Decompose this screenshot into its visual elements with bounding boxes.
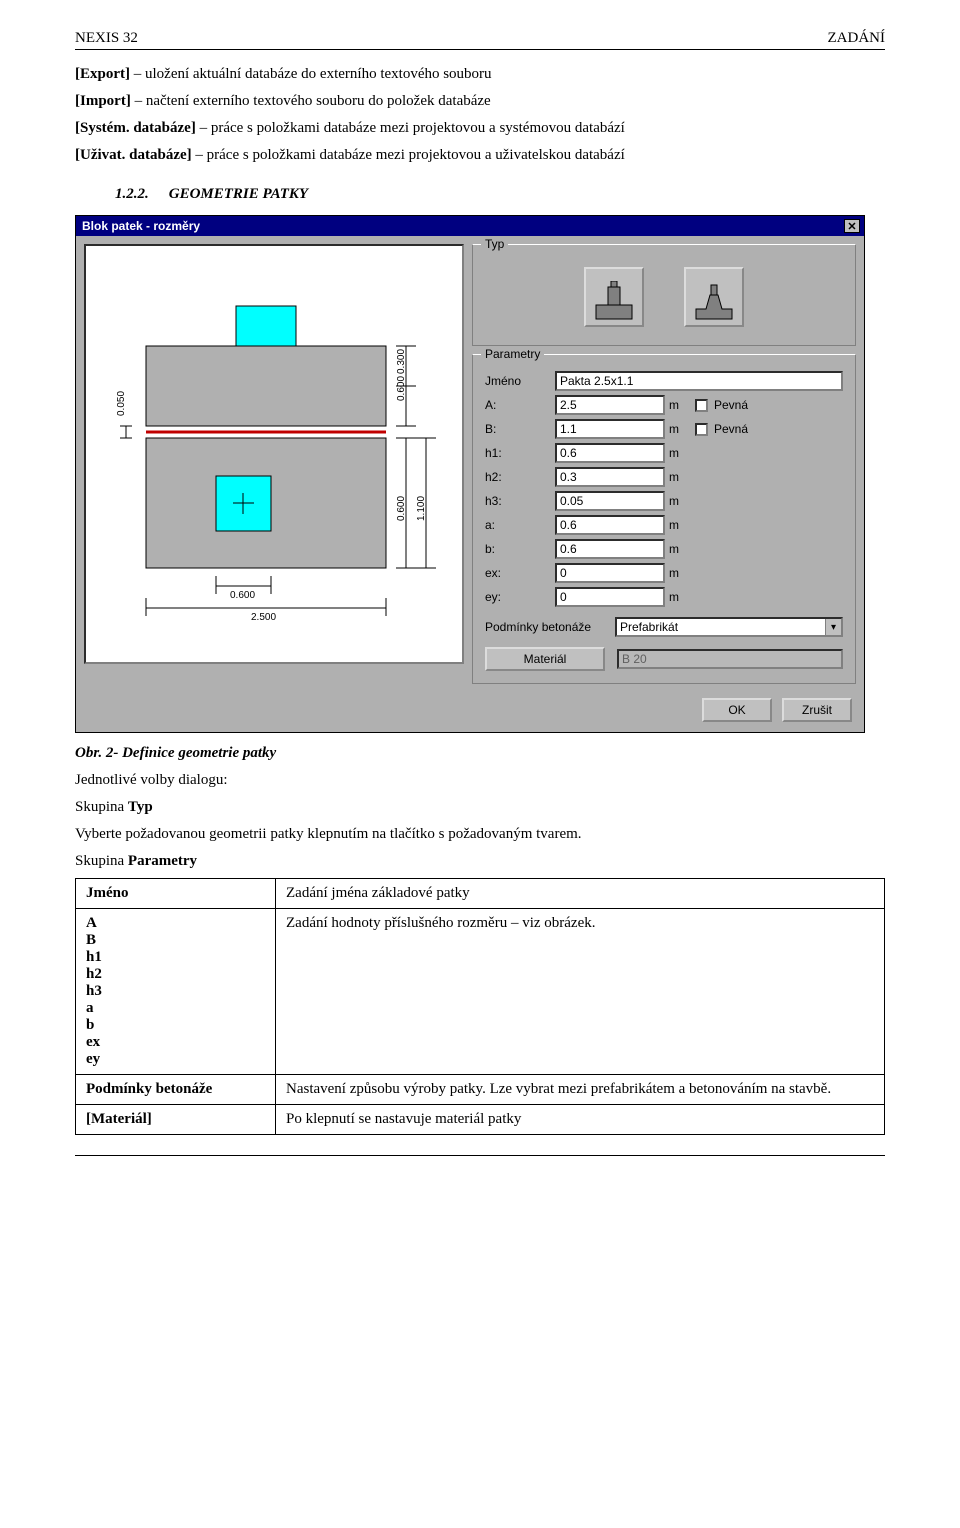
input-ex[interactable]: 0 [555, 563, 665, 583]
svg-text:1.100: 1.100 [416, 496, 427, 521]
dialog-lead: Jednotlivé volby dialogu: [75, 770, 885, 791]
label-ex: ex: [485, 566, 555, 580]
skupina-typ-heading: Skupina Typ [75, 797, 885, 818]
input-jmeno[interactable]: Pakta 2.5x1.1 [555, 371, 843, 391]
table-value: Zadání jména základové patky [276, 879, 885, 909]
combo-podminky[interactable]: Prefabrikát [615, 617, 843, 637]
typ-option-1[interactable] [584, 267, 644, 327]
cancel-button[interactable]: Zrušit [782, 698, 852, 722]
input-A[interactable]: 2.5 [555, 395, 665, 415]
skupina-typ-text: Vyberte požadovanou geometrii patky klep… [75, 824, 885, 845]
table-key: Jméno [76, 879, 276, 909]
group-parametry: Jméno Pakta 2.5x1.1 A: 2.5 m Pevná B: 1.… [472, 354, 856, 684]
intro-line-1: [Export] – uložení aktuální databáze do … [75, 64, 885, 85]
input-a[interactable]: 0.6 [555, 515, 665, 535]
svg-text:0.300: 0.300 [396, 349, 407, 374]
header-right: ZADÁNÍ [828, 30, 886, 47]
group-typ [472, 244, 856, 346]
input-h2[interactable]: 0.3 [555, 467, 665, 487]
table-value: Po klepnutí se nastavuje materiál patky [276, 1105, 885, 1135]
input-B[interactable]: 1.1 [555, 419, 665, 439]
svg-text:0.600: 0.600 [396, 496, 407, 521]
table-value: Zadání hodnoty příslušného rozměru – viz… [276, 909, 885, 1075]
table-value: Nastavení způsobu výroby patky. Lze vybr… [276, 1075, 885, 1105]
input-h3[interactable]: 0.05 [555, 491, 665, 511]
checkbox-pevna-B[interactable]: Pevná [695, 422, 843, 436]
input-ey[interactable]: 0 [555, 587, 665, 607]
svg-text:0.050: 0.050 [116, 391, 127, 416]
parameters-table: JménoZadání jména základové patkyABh1h2h… [75, 878, 885, 1135]
svg-text:2.500: 2.500 [251, 612, 276, 623]
ok-button[interactable]: OK [702, 698, 772, 722]
footer-rule [75, 1155, 885, 1195]
label-jmeno: Jméno [485, 374, 555, 388]
table-key: [Materiál] [76, 1105, 276, 1135]
typ-option-2[interactable] [684, 267, 744, 327]
svg-text:0.600: 0.600 [396, 376, 407, 401]
table-key: Podmínky betonáže [76, 1075, 276, 1105]
figure-caption: Obr. 2- Definice geometrie patky [75, 743, 885, 764]
intro-line-4: [Uživat. databáze] – práce s položkami d… [75, 145, 885, 166]
input-h1[interactable]: 0.6 [555, 443, 665, 463]
input-b[interactable]: 0.6 [555, 539, 665, 559]
dialog-blok-patek: Blok patek - rozměry ✕ [75, 215, 865, 733]
checkbox-pevna-A[interactable]: Pevná [695, 398, 843, 412]
label-A: A: [485, 398, 555, 412]
section-heading: 1.2.2.GEOMETRIE PATKY [115, 186, 885, 203]
header-rule [75, 49, 885, 50]
label-podminky: Podmínky betonáže [485, 620, 605, 634]
label-b: b: [485, 542, 555, 556]
label-ey: ey: [485, 590, 555, 604]
preview-pane: 0.050 0.600 0.300 0.600 1.100 0.600 2.50… [84, 244, 464, 664]
table-key: ABh1h2h3abexey [76, 909, 276, 1075]
intro-line-2: [Import] – načtení externího textového s… [75, 91, 885, 112]
dialog-title: Blok patek - rozměry [82, 219, 200, 233]
label-h2: h2: [485, 470, 555, 484]
close-icon[interactable]: ✕ [844, 219, 860, 233]
material-button[interactable]: Materiál [485, 647, 605, 671]
label-h3: h3: [485, 494, 555, 508]
intro-line-3: [Systém. databáze] – práce s položkami d… [75, 118, 885, 139]
skupina-parametry-heading: Skupina Parametry [75, 851, 885, 872]
material-value: B 20 [617, 649, 843, 669]
label-a: a: [485, 518, 555, 532]
header-left: NEXIS 32 [75, 30, 138, 47]
label-B: B: [485, 422, 555, 436]
label-h1: h1: [485, 446, 555, 460]
page-header: NEXIS 32 ZADÁNÍ [75, 30, 885, 49]
svg-text:0.600: 0.600 [230, 590, 255, 601]
dialog-titlebar[interactable]: Blok patek - rozměry ✕ [76, 216, 864, 236]
chevron-down-icon [825, 619, 841, 635]
